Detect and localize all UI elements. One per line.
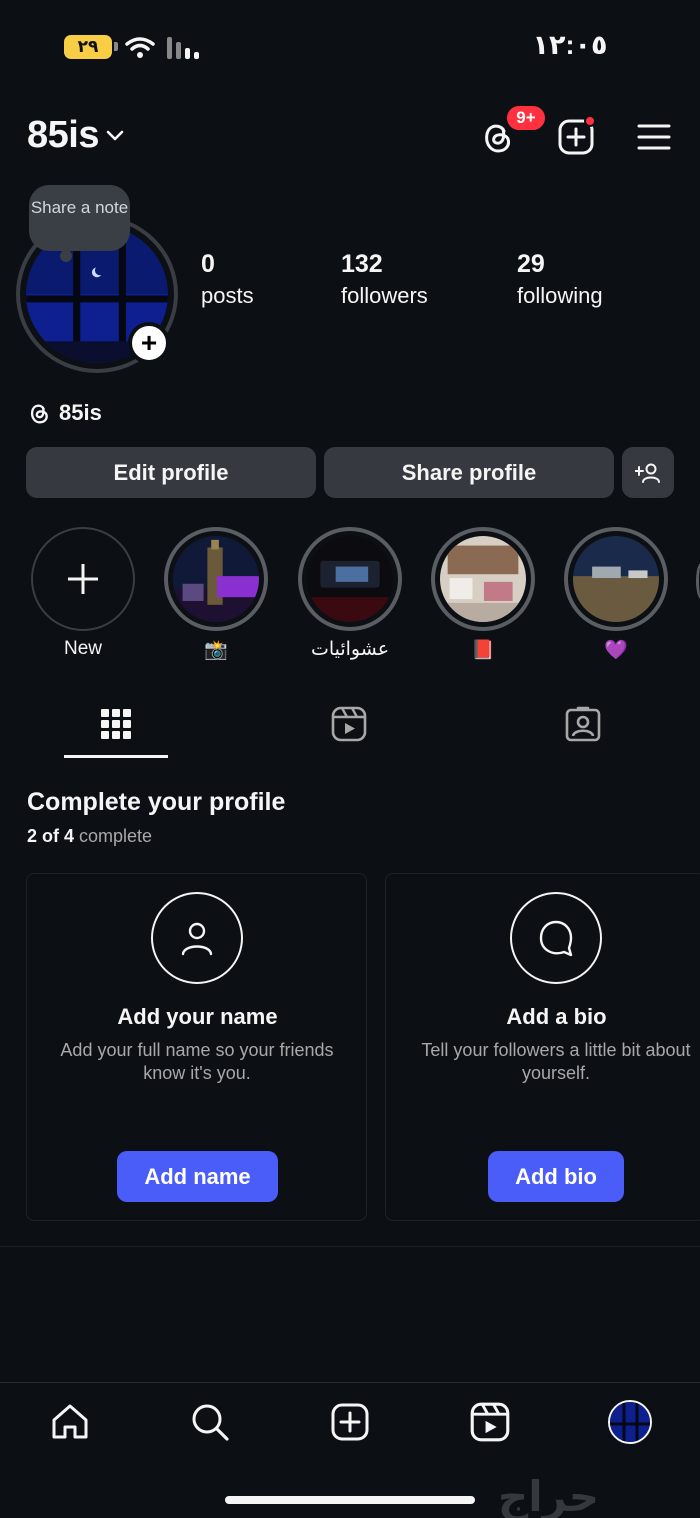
stat-label: following: [517, 283, 603, 308]
highlight-label: عشوائيات: [310, 639, 390, 660]
card-description: Tell your followers a little bit about y…: [421, 1040, 691, 1083]
section-divider: [0, 1246, 700, 1247]
add-name-button[interactable]: Add name: [117, 1151, 278, 1202]
plus-square-icon: [331, 1403, 369, 1441]
highlight-item[interactable]: [164, 527, 268, 631]
highlight-item[interactable]: [564, 527, 668, 631]
nav-search[interactable]: [188, 1400, 232, 1444]
share-profile-button[interactable]: Share profile: [324, 447, 614, 498]
status-clock: ١٢:٠٥: [532, 30, 608, 60]
highlight-cover: [307, 536, 393, 622]
share-note-bubble[interactable]: Share a note: [29, 185, 130, 251]
account-switcher[interactable]: 85is: [27, 114, 125, 157]
add-bio-card: Add a bio Tell your followers a little b…: [385, 873, 700, 1221]
add-name-card: Add your name Add your full name so your…: [26, 873, 367, 1221]
new-highlight-button[interactable]: [31, 527, 135, 631]
tab-reels[interactable]: [327, 702, 371, 746]
cellular-signal-icon: [167, 37, 199, 59]
card-description: Add your full name so your friends know …: [60, 1040, 334, 1083]
plus-icon: [68, 564, 98, 594]
highlight-cover: [440, 536, 526, 622]
reels-icon: [470, 1402, 510, 1442]
stat-label: posts: [201, 283, 254, 308]
threads-handle-text: 85is: [59, 400, 102, 425]
chevron-down-icon: [106, 130, 124, 140]
nav-reels[interactable]: [468, 1400, 512, 1444]
card-title: Add a bio: [506, 1004, 607, 1029]
highlight-item-partial[interactable]: [696, 563, 700, 599]
nav-profile-avatar[interactable]: [608, 1400, 652, 1444]
highlight-label: 📸: [204, 640, 228, 661]
tab-posts-grid[interactable]: [94, 702, 138, 746]
highlight-cover: [573, 536, 659, 622]
highlight-item[interactable]: [431, 527, 535, 631]
add-bio-button[interactable]: Add bio: [488, 1151, 624, 1202]
grid-icon: [101, 709, 131, 739]
add-story-button[interactable]: +: [128, 322, 170, 364]
bottom-nav-divider: [0, 1382, 700, 1383]
threads-icon: [30, 404, 48, 424]
highlight-label: 📕: [471, 640, 495, 661]
stat-value: 0: [201, 250, 215, 278]
battery-cap: [114, 42, 118, 51]
avatar-thumbnail: [610, 1402, 650, 1442]
person-circle: [151, 892, 243, 984]
search-icon: [192, 1404, 229, 1441]
username-title: 85is: [27, 114, 99, 156]
bio-circle: [510, 892, 602, 984]
highlight-item[interactable]: [298, 527, 402, 631]
reels-icon: [331, 706, 367, 742]
add-person-icon: [635, 463, 660, 483]
nav-home[interactable]: [48, 1400, 92, 1444]
highlight-label: New: [63, 638, 102, 659]
home-icon: [52, 1404, 88, 1439]
person-icon: [181, 922, 213, 956]
stat-posts[interactable]: 0 posts: [201, 250, 254, 309]
note-bubble-tail: [60, 250, 72, 262]
home-indicator: [225, 1496, 475, 1504]
hamburger-menu-icon: [637, 124, 671, 150]
speech-bubble-icon: [539, 920, 573, 957]
highlight-cover: [173, 536, 259, 622]
edit-profile-button[interactable]: Edit profile: [26, 447, 316, 498]
notification-count-badge: 9+: [505, 104, 547, 132]
battery-indicator: ٢٩: [64, 35, 112, 59]
stat-value: 29: [517, 250, 545, 278]
complete-profile-title: Complete your profile: [27, 788, 286, 816]
discover-people-button[interactable]: [622, 447, 674, 498]
stat-following[interactable]: 29 following: [517, 250, 603, 309]
threads-profile-link[interactable]: 85is: [27, 400, 102, 426]
stat-followers[interactable]: 132 followers: [341, 250, 428, 309]
tagged-person-icon: [565, 706, 601, 742]
complete-profile-progress: 2 of 4 complete: [27, 826, 153, 846]
new-activity-dot: [584, 115, 596, 127]
nav-create[interactable]: [328, 1400, 372, 1444]
haraj-watermark: حراج: [498, 1473, 600, 1518]
highlight-label: 💜: [604, 640, 628, 661]
stat-value: 132: [341, 250, 383, 278]
active-tab-indicator: [64, 755, 168, 758]
menu-button[interactable]: [632, 115, 676, 159]
tab-tagged[interactable]: [561, 702, 605, 746]
wifi-icon: [125, 37, 155, 58]
stat-label: followers: [341, 283, 428, 308]
card-title: Add your name: [117, 1004, 278, 1029]
